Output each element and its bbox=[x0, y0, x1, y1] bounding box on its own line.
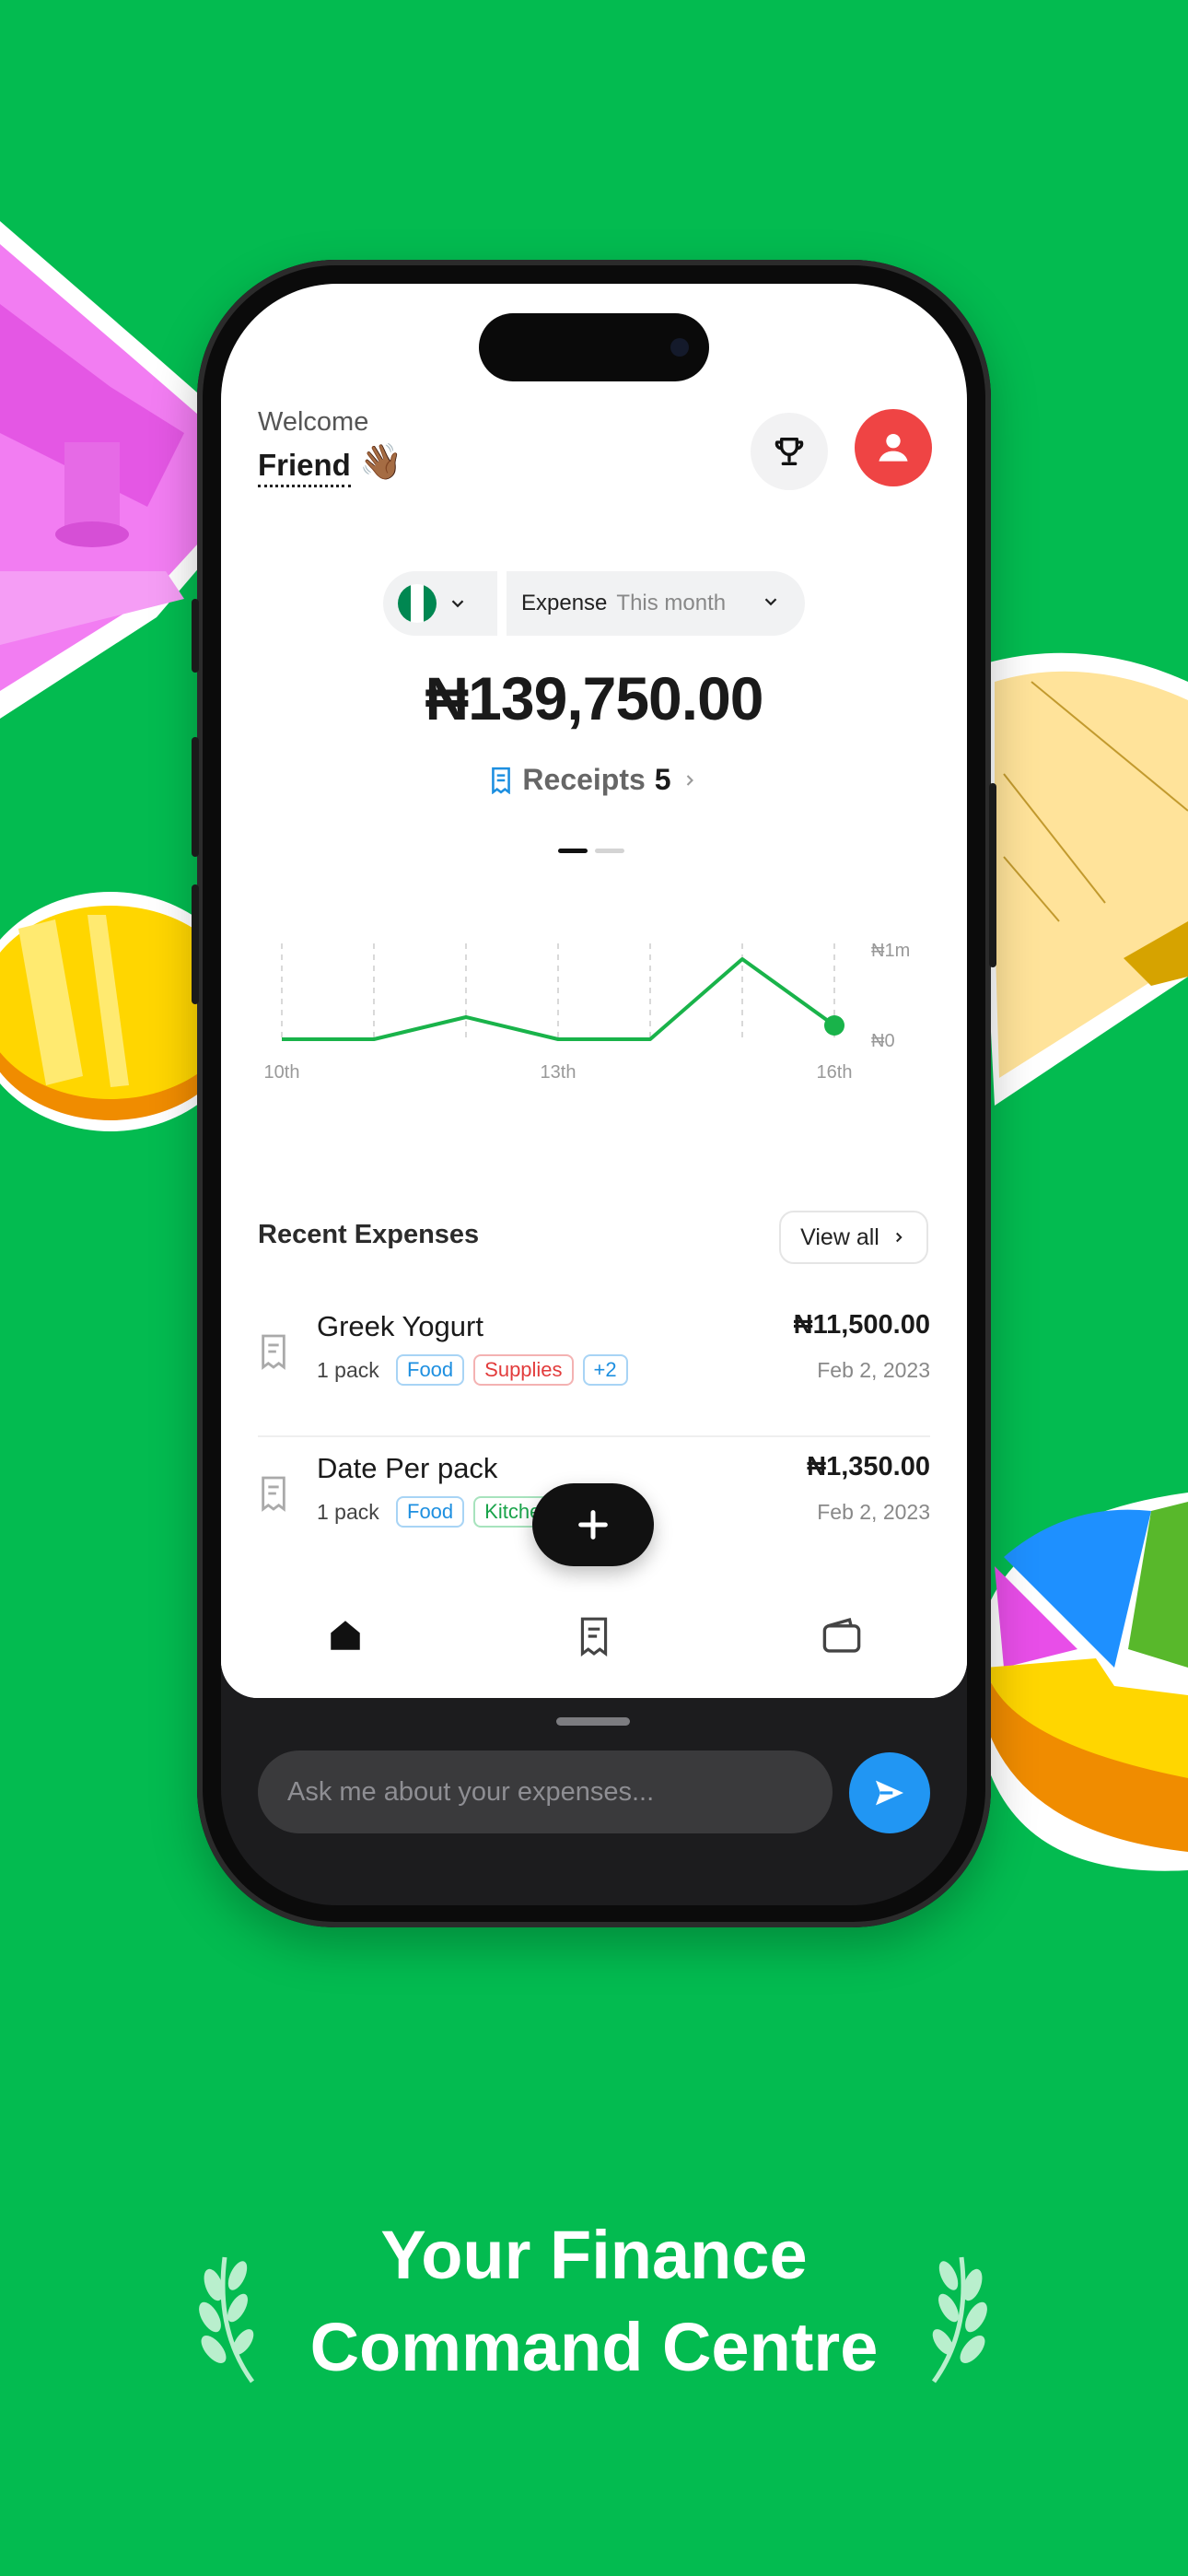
phone-power-button bbox=[989, 783, 996, 967]
view-all-button[interactable]: View all bbox=[779, 1211, 928, 1264]
more-tags-chip[interactable]: +2 bbox=[582, 1354, 628, 1386]
ask-expenses-input[interactable]: Ask me about your expenses... bbox=[258, 1751, 833, 1833]
expense-name: Date Per pack bbox=[317, 1452, 498, 1484]
trophy-button[interactable] bbox=[751, 413, 828, 490]
phone-side-button bbox=[192, 599, 199, 673]
row-divider bbox=[258, 1435, 930, 1437]
drawer-handle[interactable] bbox=[556, 1717, 630, 1726]
expense-qty: 1 pack bbox=[317, 1500, 379, 1524]
receipt-icon[interactable] bbox=[576, 1616, 612, 1657]
headline: Your Finance Command Centre bbox=[0, 2209, 1188, 2394]
headline-line-2: Command Centre bbox=[309, 2309, 879, 2385]
wave-emoji: 👋🏾 bbox=[359, 443, 403, 482]
tag-chip[interactable]: Supplies bbox=[473, 1354, 574, 1386]
bottom-nav bbox=[221, 1592, 967, 1698]
headline-line-1: Your Finance bbox=[380, 2217, 808, 2293]
send-icon bbox=[876, 1780, 903, 1806]
ask-placeholder: Ask me about your expenses... bbox=[287, 1776, 655, 1807]
expense-date: Feb 2, 2023 bbox=[817, 1358, 930, 1382]
tag-chip[interactable]: Food bbox=[396, 1354, 465, 1386]
profile-avatar-button[interactable] bbox=[855, 409, 932, 486]
recent-expenses-title: Recent Expenses bbox=[258, 1220, 480, 1249]
tag-chip[interactable]: Food bbox=[396, 1496, 465, 1528]
chart-x-tick-label: 16th bbox=[817, 1062, 853, 1083]
phone-side-button bbox=[192, 737, 199, 857]
chevron-down-icon bbox=[764, 598, 777, 606]
receipts-link[interactable]: Receipts 5 bbox=[221, 763, 967, 797]
period-type-selector[interactable]: Expense This month bbox=[507, 571, 805, 636]
trophy-icon bbox=[775, 438, 804, 465]
receipt-sticker bbox=[985, 652, 1188, 1106]
receipts-label: Receipts bbox=[522, 763, 646, 796]
chevron-right-icon bbox=[895, 1232, 903, 1243]
phone-screen: Welcome Friend 👋🏾 Expense This month ₦13… bbox=[221, 284, 967, 1905]
period-label: This month bbox=[616, 591, 727, 615]
receipt-icon bbox=[262, 1476, 285, 1512]
expense-row[interactable]: Greek Yogurt 1 pack Food Supplies +2 ₦11… bbox=[258, 1297, 930, 1426]
receipts-count: 5 bbox=[654, 763, 671, 796]
pink-building-sticker bbox=[0, 221, 212, 719]
country-selector[interactable] bbox=[383, 571, 497, 636]
send-button[interactable] bbox=[849, 1752, 930, 1833]
expense-amount: ₦1,350.00 bbox=[807, 1452, 930, 1481]
app-screen: Welcome Friend 👋🏾 Expense This month ₦13… bbox=[221, 284, 967, 1698]
home-icon[interactable] bbox=[326, 1616, 365, 1655]
type-label: Expense bbox=[521, 591, 608, 615]
expense-amount: ₦11,500.00 bbox=[793, 1310, 930, 1340]
camera-icon bbox=[670, 338, 689, 357]
chart-x-tick-label: 10th bbox=[264, 1062, 300, 1083]
dynamic-island bbox=[479, 313, 709, 381]
expense-date: Feb 2, 2023 bbox=[817, 1500, 930, 1524]
chart-x-tick-label: 13th bbox=[541, 1062, 577, 1083]
receipt-icon bbox=[492, 767, 511, 794]
chevron-right-icon bbox=[686, 774, 693, 786]
plus-icon bbox=[578, 1510, 608, 1540]
wallet-icon[interactable] bbox=[821, 1616, 862, 1655]
expense-name: Greek Yogurt bbox=[317, 1310, 483, 1342]
receipt-icon bbox=[262, 1334, 285, 1370]
chart-point-latest bbox=[824, 1015, 844, 1036]
page-dot[interactable] bbox=[595, 849, 624, 853]
pie-chart-sticker bbox=[976, 1493, 1188, 1871]
add-expense-button[interactable] bbox=[532, 1483, 654, 1566]
user-name[interactable]: Friend bbox=[258, 448, 351, 487]
chevron-down-icon bbox=[451, 600, 464, 608]
expense-line-chart: 10th 13th 16th ₦1m ₦0 bbox=[264, 941, 911, 1083]
chart-y-tick-label: ₦0 bbox=[871, 1031, 895, 1051]
nigeria-flag-icon bbox=[398, 584, 437, 623]
phone-side-button bbox=[192, 884, 199, 1004]
chart-y-tick-label: ₦1m bbox=[871, 941, 910, 961]
total-amount: ₦139,750.00 bbox=[425, 664, 764, 732]
welcome-label: Welcome bbox=[258, 407, 369, 437]
expense-qty: 1 pack bbox=[317, 1358, 379, 1382]
page-dot-active bbox=[558, 849, 588, 853]
view-all-label: View all bbox=[800, 1224, 879, 1250]
user-icon bbox=[879, 433, 908, 462]
